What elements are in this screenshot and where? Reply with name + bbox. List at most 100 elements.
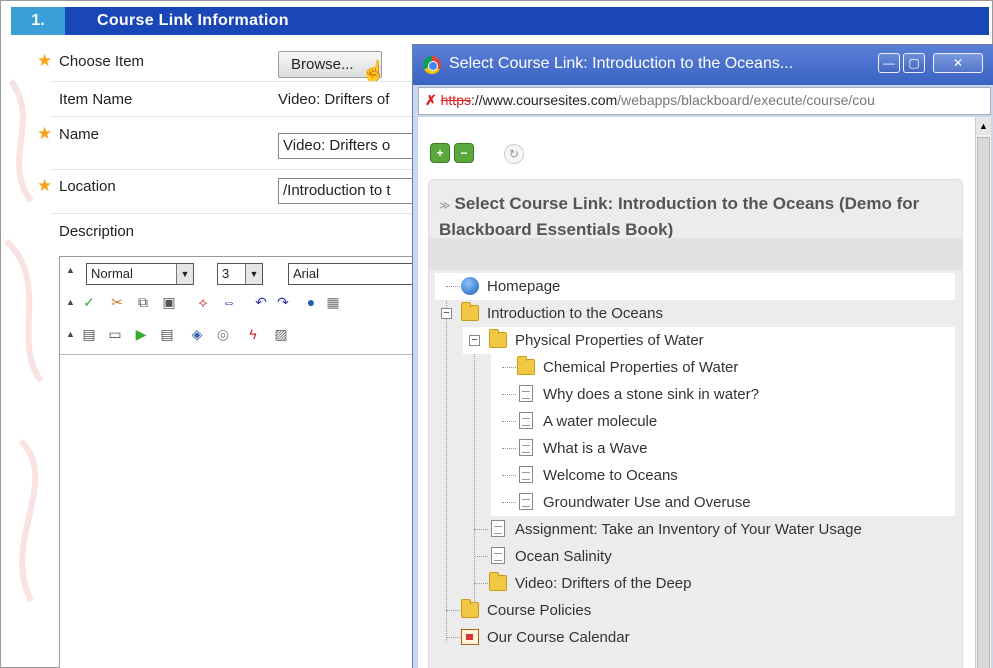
tree-item-label: Course Policies <box>487 602 592 619</box>
format-select-value: Normal <box>91 266 133 281</box>
tree-item-course-calendar[interactable]: Our Course Calendar <box>435 624 955 651</box>
remove-format-icon[interactable]: ⟡ <box>194 293 212 311</box>
expand-all-button[interactable]: + <box>430 143 450 163</box>
tree-item-label: What is a Wave <box>543 440 648 457</box>
maximize-button[interactable]: ▢ <box>903 53 925 73</box>
tree-item-label: Chemical Properties of Water <box>543 359 739 376</box>
tree-item-label: Welcome to Oceans <box>543 467 678 484</box>
tree-item-water-molecule[interactable]: A water molecule <box>491 408 955 435</box>
panel-title-text: Select Course Link: Introduction to the … <box>439 194 920 239</box>
refresh-button[interactable]: ↻ <box>504 144 524 164</box>
size-select[interactable]: 3 ▼ <box>217 263 263 285</box>
close-button[interactable]: ✕ <box>933 53 983 73</box>
tree-item-label: Physical Properties of Water <box>515 332 704 349</box>
tree-item-homepage[interactable]: Homepage <box>435 273 955 300</box>
copy-icon[interactable]: ⧉ <box>134 293 152 311</box>
window-titlebar: Select Course Link: Introduction to the … <box>413 45 993 85</box>
chrome-icon <box>423 56 441 74</box>
mashup-icon[interactable]: ◎ <box>214 325 232 343</box>
tree-item-introduction[interactable]: − Introduction to the Oceans <box>435 300 955 327</box>
address-bar[interactable]: ✗ https://www.coursesites.com/webapps/bl… <box>418 87 991 115</box>
collapse-toggle-icon[interactable]: − <box>441 308 452 319</box>
location-label-text: Location <box>59 178 116 195</box>
tree-connector <box>502 421 516 422</box>
required-icon: ★ <box>37 124 53 143</box>
tree-connector <box>446 286 460 287</box>
scroll-thumb[interactable] <box>977 137 990 668</box>
flash-icon[interactable]: ϟ <box>244 325 262 343</box>
name-label: ★ Name <box>37 124 100 143</box>
tree-item-label: A water molecule <box>543 413 658 430</box>
tree-item-assignment[interactable]: Assignment: Take an Inventory of Your Wa… <box>463 516 955 543</box>
collapse-toggle-icon[interactable]: − <box>469 335 480 346</box>
folder-icon <box>517 356 535 375</box>
required-icon: ★ <box>37 51 53 70</box>
tree-connector <box>474 556 488 557</box>
tree-item-ocean-salinity[interactable]: Ocean Salinity <box>463 543 955 570</box>
redo-icon[interactable]: ↷ <box>274 293 292 311</box>
folder-icon <box>461 302 479 321</box>
tree-item-course-policies[interactable]: Course Policies <box>435 597 955 624</box>
chevron-down-icon: ▼ <box>245 264 262 284</box>
url-path: /webapps/blackboard/execute/course/cou <box>617 92 875 108</box>
folder-icon <box>489 329 507 348</box>
tree-item-physical-properties[interactable]: − Physical Properties of Water <box>463 327 955 354</box>
document-icon <box>491 547 505 564</box>
section-title: Course Link Information <box>97 12 289 29</box>
minimize-button[interactable]: — <box>878 53 900 73</box>
cut-icon[interactable]: ✂ <box>108 293 126 311</box>
collapse-all-button[interactable]: − <box>454 143 474 163</box>
spellcheck-icon[interactable]: ✓ <box>80 293 98 311</box>
insert-document-icon[interactable]: ▤ <box>158 325 176 343</box>
name-input[interactable]: Video: Drifters o <box>278 133 418 159</box>
chevron-down-icon[interactable]: ≫ <box>439 200 451 212</box>
location-label: ★ Location <box>37 176 116 195</box>
calendar-icon <box>461 629 479 645</box>
paste-icon[interactable]: ▣ <box>160 293 178 311</box>
tree-item-label: Homepage <box>487 278 561 295</box>
table-icon[interactable]: ▦ <box>324 293 342 311</box>
format-select[interactable]: Normal ▼ <box>86 263 194 285</box>
collapse-row-icon[interactable]: ▲ <box>66 265 75 275</box>
required-icon: ★ <box>37 176 53 195</box>
url-scheme: https <box>440 92 471 108</box>
tree-connector <box>502 475 516 476</box>
folder-icon <box>489 572 507 591</box>
more-tools-icon[interactable]: ▨ <box>272 325 290 343</box>
url-host: ://www.coursesites.com <box>470 92 618 108</box>
font-select[interactable]: Arial <box>288 263 420 285</box>
location-input[interactable]: /Introduction to t <box>278 178 418 204</box>
tree-item-groundwater[interactable]: Groundwater Use and Overuse <box>491 489 955 516</box>
tree-connector <box>502 394 516 395</box>
item-name-value: Video: Drifters of <box>278 91 390 108</box>
scroll-up-icon[interactable]: ▲ <box>976 117 991 135</box>
undo-icon[interactable]: ↶ <box>252 293 270 311</box>
tree-item-label: Groundwater Use and Overuse <box>543 494 751 511</box>
window-title: Select Course Link: Introduction to the … <box>449 55 794 72</box>
link-icon[interactable]: ⇔ <box>220 293 238 311</box>
preview-icon[interactable]: ◈ <box>188 325 206 343</box>
tree-item-stone-sink[interactable]: Why does a stone sink in water? <box>491 381 955 408</box>
tree-item-chemical-properties[interactable]: Chemical Properties of Water <box>491 354 955 381</box>
tree-item-label: Why does a stone sink in water? <box>543 386 759 403</box>
divider <box>51 213 421 214</box>
description-editor[interactable]: ▲ Normal ▼ 3 ▼ Arial ▲ ✓ ✂ ⧉ ▣ ⟡ ⇔ ↶ ↷ ●… <box>59 256 420 668</box>
tree-item-video-drifters[interactable]: Video: Drifters of the Deep <box>463 570 955 597</box>
choose-item-label: ★ Choose Item <box>37 51 144 70</box>
tree-item-wave[interactable]: What is a Wave <box>491 435 955 462</box>
popup-content: + − ↻ ≫ Select Course Link: Introduction … <box>418 117 975 668</box>
attach-file-icon[interactable]: ▤ <box>80 325 98 343</box>
globe-icon[interactable]: ● <box>302 293 320 311</box>
tree-item-label: Introduction to the Oceans <box>487 305 663 322</box>
collapse-row-icon[interactable]: ▲ <box>66 297 75 307</box>
tree-connector <box>474 583 488 584</box>
item-name-label: Item Name <box>59 91 133 108</box>
collapse-row-icon[interactable]: ▲ <box>66 329 75 339</box>
tree-item-welcome[interactable]: Welcome to Oceans <box>491 462 955 489</box>
vertical-scrollbar[interactable]: ▲ <box>975 117 991 668</box>
insert-image-icon[interactable]: ▭ <box>106 325 124 343</box>
document-icon <box>519 439 533 456</box>
name-label-text: Name <box>59 126 100 143</box>
insert-media-icon[interactable]: ▶ <box>132 325 150 343</box>
panel-title: ≫ Select Course Link: Introduction to the… <box>439 192 939 242</box>
